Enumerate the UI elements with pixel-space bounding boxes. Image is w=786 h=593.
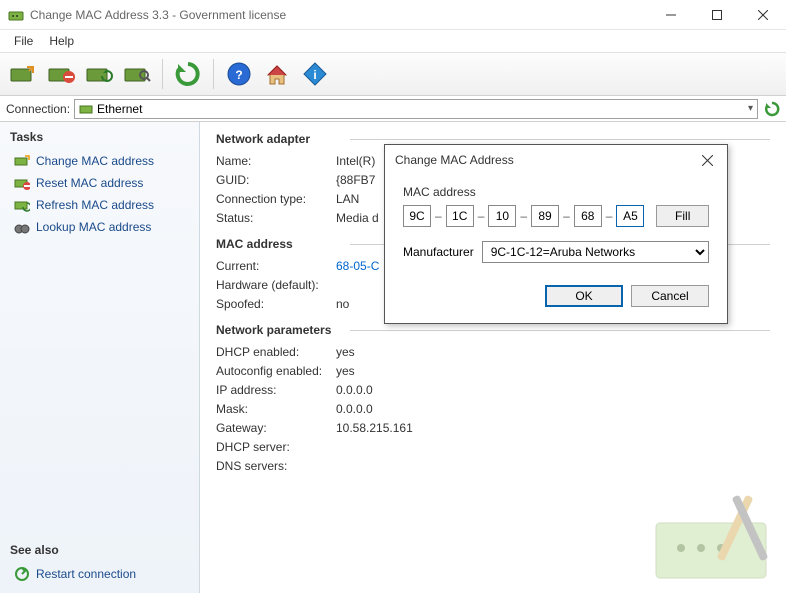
- mask-label: Mask:: [216, 402, 336, 416]
- spoofed-value: no: [336, 297, 349, 311]
- task-reset-mac[interactable]: Reset MAC address: [10, 172, 189, 194]
- autoconfig-value: yes: [336, 364, 355, 378]
- maximize-button[interactable]: [694, 0, 740, 30]
- menubar: File Help: [0, 30, 786, 52]
- lookup-mac-tool-button[interactable]: [120, 57, 154, 91]
- dhcp-value: yes: [336, 345, 355, 359]
- svg-text:i: i: [313, 68, 316, 82]
- connection-value: Ethernet: [97, 102, 142, 116]
- mac-octet-3[interactable]: [488, 205, 516, 227]
- current-value[interactable]: 68-05-C: [336, 259, 379, 273]
- toolbar-separator: [162, 59, 163, 89]
- nic-edit-icon: [14, 153, 30, 169]
- mac-octet-5[interactable]: [574, 205, 602, 227]
- toolbar: ? i: [0, 52, 786, 96]
- task-restart-connection[interactable]: Restart connection: [10, 563, 189, 585]
- cancel-button[interactable]: Cancel: [631, 285, 709, 307]
- mac-octet-2[interactable]: [446, 205, 474, 227]
- task-refresh-mac[interactable]: Refresh MAC address: [10, 194, 189, 216]
- mac-octet-4[interactable]: [531, 205, 559, 227]
- connection-row: Connection: Ethernet ▾: [0, 96, 786, 122]
- gateway-label: Gateway:: [216, 421, 336, 435]
- manufacturer-dropdown[interactable]: 9C-1C-12=Aruba Networks: [482, 241, 709, 263]
- home-tool-button[interactable]: [260, 57, 294, 91]
- window-title: Change MAC Address 3.3 - Government lice…: [30, 8, 648, 22]
- hardware-label: Hardware (default):: [216, 278, 336, 292]
- mac-address-label: MAC address: [403, 185, 709, 199]
- task-label: Change MAC address: [36, 154, 154, 168]
- gateway-value: 10.58.215.161: [336, 421, 413, 435]
- reset-mac-tool-button[interactable]: [44, 57, 78, 91]
- seealso-header: See also: [10, 543, 189, 557]
- task-label: Refresh MAC address: [36, 198, 154, 212]
- conn-type-label: Connection type:: [216, 192, 336, 206]
- task-label: Restart connection: [36, 567, 136, 581]
- task-lookup-mac[interactable]: Lookup MAC address: [10, 216, 189, 238]
- mac-octet-1[interactable]: [403, 205, 431, 227]
- minimize-button[interactable]: [648, 0, 694, 30]
- titlebar: Change MAC Address 3.3 - Government lice…: [0, 0, 786, 30]
- nic-reset-icon: [14, 175, 30, 191]
- status-value: Media d: [336, 211, 379, 225]
- nic-refresh-icon: [14, 197, 30, 213]
- refresh-mac-tool-button[interactable]: [82, 57, 116, 91]
- mac-input-row: – – – – – Fill: [403, 205, 709, 227]
- name-label: Name:: [216, 154, 336, 168]
- ip-label: IP address:: [216, 383, 336, 397]
- background-art: [646, 483, 786, 593]
- task-label: Reset MAC address: [36, 176, 143, 190]
- tasks-header: Tasks: [10, 130, 189, 144]
- mac-octet-6[interactable]: [616, 205, 644, 227]
- dialog-titlebar: Change MAC Address: [385, 145, 727, 175]
- dhcp-label: DHCP enabled:: [216, 345, 336, 359]
- connection-refresh-button[interactable]: [762, 99, 782, 119]
- app-icon: [8, 7, 24, 23]
- guid-label: GUID:: [216, 173, 336, 187]
- chevron-down-icon: ▾: [748, 103, 753, 114]
- autoconfig-label: Autoconfig enabled:: [216, 364, 336, 378]
- task-label: Lookup MAC address: [36, 220, 151, 234]
- refresh-tool-button[interactable]: [171, 57, 205, 91]
- current-label: Current:: [216, 259, 336, 273]
- guid-value: {88FB7: [336, 173, 375, 187]
- toolbar-separator: [213, 59, 214, 89]
- dhcp-server-label: DHCP server:: [216, 440, 336, 454]
- connection-dropdown[interactable]: Ethernet ▾: [74, 99, 758, 119]
- conn-type-value: LAN: [336, 192, 359, 206]
- dialog-close-button[interactable]: [687, 145, 727, 175]
- mask-value: 0.0.0.0: [336, 402, 373, 416]
- connection-label: Connection:: [6, 102, 70, 116]
- info-tool-button[interactable]: i: [298, 57, 332, 91]
- dialog-title: Change MAC Address: [395, 153, 514, 167]
- sidebar: Tasks Change MAC address Reset MAC addre…: [0, 122, 200, 593]
- binoculars-icon: [14, 219, 30, 235]
- menu-file[interactable]: File: [6, 32, 41, 50]
- dns-label: DNS servers:: [216, 459, 336, 473]
- name-value: Intel(R): [336, 154, 375, 168]
- spoofed-label: Spoofed:: [216, 297, 336, 311]
- svg-text:?: ?: [235, 68, 242, 82]
- help-tool-button[interactable]: ?: [222, 57, 256, 91]
- ok-button[interactable]: OK: [545, 285, 623, 307]
- fill-button[interactable]: Fill: [656, 205, 709, 227]
- task-change-mac[interactable]: Change MAC address: [10, 150, 189, 172]
- change-mac-dialog: Change MAC Address MAC address – – – – –…: [384, 144, 728, 324]
- change-mac-tool-button[interactable]: [6, 57, 40, 91]
- status-label: Status:: [216, 211, 336, 225]
- menu-help[interactable]: Help: [41, 32, 82, 50]
- ip-value: 0.0.0.0: [336, 383, 373, 397]
- nic-icon: [79, 102, 93, 116]
- restart-icon: [14, 566, 30, 582]
- manufacturer-label: Manufacturer: [403, 245, 474, 259]
- close-button[interactable]: [740, 0, 786, 30]
- section-network-parameters: Network parameters: [216, 323, 770, 337]
